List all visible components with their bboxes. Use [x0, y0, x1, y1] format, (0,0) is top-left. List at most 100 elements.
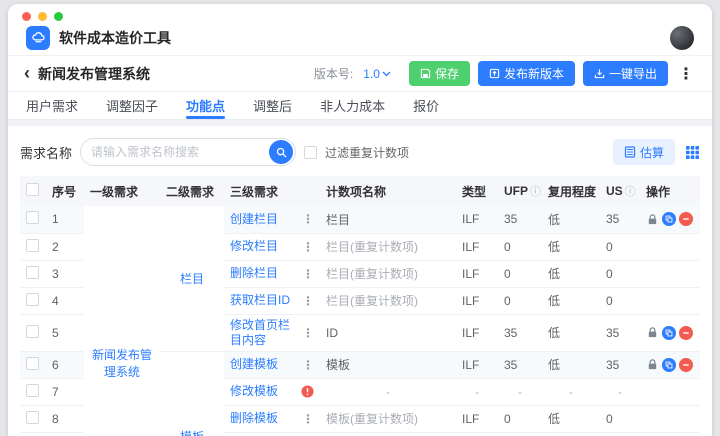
- search-input[interactable]: [91, 145, 270, 159]
- tab-user-requirements[interactable]: 用户需求: [26, 92, 78, 119]
- col-level2: 二级需求: [160, 176, 224, 206]
- col-ufp: UFP: [504, 184, 528, 198]
- tab-non-labor-cost[interactable]: 非人力成本: [320, 92, 385, 119]
- row-checkbox[interactable]: [26, 265, 39, 279]
- level3-requirement-link[interactable]: 修改栏目: [230, 239, 278, 254]
- count-item-name: 栏目(重复计数项): [320, 260, 456, 288]
- col-item-name: 计数项名称: [320, 176, 456, 206]
- row-menu-icon[interactable]: ⋮: [302, 412, 314, 426]
- level3-requirement-link[interactable]: 修改模板: [230, 384, 278, 399]
- us-value: 35: [600, 206, 640, 234]
- zoom-icon[interactable]: [54, 11, 63, 21]
- row-checkbox[interactable]: [26, 211, 39, 225]
- copy-icon[interactable]: [662, 212, 676, 227]
- row-menu-icon[interactable]: ⋮: [302, 267, 314, 281]
- level3-requirement-link[interactable]: 获取栏目ID: [230, 293, 290, 308]
- publish-label: 发布新版本: [503, 67, 564, 81]
- level3-requirement-link[interactable]: 创建栏目: [230, 212, 278, 227]
- estimate-button[interactable]: 估算: [612, 139, 675, 165]
- count-item-name: 栏目(重复计数项): [320, 233, 456, 261]
- copy-icon[interactable]: [662, 325, 676, 340]
- minimize-icon[interactable]: [38, 11, 47, 21]
- row-checkbox[interactable]: [26, 410, 39, 424]
- ufp-value: 35: [498, 351, 542, 379]
- reuse-level: 低: [542, 287, 600, 315]
- level3-requirement-link[interactable]: 删除栏目: [230, 266, 278, 281]
- ufp-value: 35: [498, 206, 542, 234]
- reuse-level: 低: [542, 233, 600, 261]
- row-index: 6: [46, 351, 84, 379]
- info-icon[interactable]: ⓘ: [625, 183, 636, 199]
- close-icon[interactable]: [22, 11, 31, 21]
- version-select[interactable]: 1.0: [363, 67, 391, 81]
- row-checkbox[interactable]: [26, 292, 39, 306]
- filter-duplicates-checkbox[interactable]: [304, 145, 318, 159]
- publish-version-button[interactable]: 发布新版本: [477, 61, 575, 86]
- row-checkbox[interactable]: [26, 238, 39, 252]
- copy-icon[interactable]: [662, 357, 676, 372]
- more-menu-icon[interactable]: ⋮: [676, 64, 696, 84]
- reuse-level: 低: [542, 432, 600, 436]
- level3-requirement-link[interactable]: 删除模板: [230, 411, 278, 426]
- chevron-down-icon: [382, 71, 391, 76]
- us-value: 0: [600, 405, 640, 433]
- tab-adjustment-factors[interactable]: 调整因子: [106, 92, 158, 119]
- delete-icon[interactable]: [679, 325, 693, 340]
- lock-icon[interactable]: [646, 213, 659, 226]
- tab-quotation[interactable]: 报价: [413, 92, 439, 119]
- delete-icon[interactable]: [679, 357, 693, 372]
- row-menu-icon[interactable]: ⋮: [302, 326, 314, 340]
- row-checkbox[interactable]: [26, 356, 39, 370]
- us-value: 0: [600, 287, 640, 315]
- table-row: 1 新闻发布管理系统 栏目 创建栏目 ⋮ 栏目 ILF 35 低 35: [20, 206, 700, 436]
- row-menu-icon[interactable]: ⋮: [302, 212, 314, 226]
- info-icon[interactable]: ⓘ: [530, 183, 541, 199]
- level2-requirement: 栏目: [160, 206, 224, 352]
- search-bar: 需求名称 过滤重复计数项 估算: [20, 134, 700, 170]
- save-label: 保存: [434, 67, 459, 81]
- count-item-name: 栏目: [320, 206, 456, 234]
- col-level3: 三级需求: [224, 176, 320, 206]
- column-settings-icon[interactable]: [685, 145, 700, 160]
- fp-type: ILF: [456, 432, 498, 436]
- user-avatar[interactable]: [670, 25, 694, 50]
- save-button[interactable]: 保存: [408, 61, 470, 86]
- fp-type: ILF: [456, 260, 498, 288]
- row-menu-icon[interactable]: ⋮: [302, 358, 314, 372]
- level3-requirement-link[interactable]: 修改首页栏目内容: [230, 318, 300, 348]
- row-checkbox[interactable]: [26, 324, 39, 338]
- count-item-name: ID: [320, 314, 456, 352]
- level1-requirement: 新闻发布管理系统: [84, 206, 160, 436]
- delete-icon[interactable]: [679, 212, 693, 227]
- us-value: 35: [600, 351, 640, 379]
- us-value: 35: [600, 432, 640, 436]
- search-button[interactable]: [269, 140, 294, 164]
- warning-icon[interactable]: [301, 385, 314, 398]
- save-icon: [420, 68, 431, 79]
- row-menu-icon[interactable]: ⋮: [302, 294, 314, 308]
- function-points-table: 序号 一级需求 二级需求 三级需求 计数项名称 类型 UFP ⓘ 复用程度 US ⓘ…: [20, 176, 700, 436]
- back-icon[interactable]: ‹: [24, 64, 30, 82]
- col-level1: 一级需求: [84, 176, 160, 206]
- function-points-panel: 需求名称 过滤重复计数项 估算: [8, 126, 712, 436]
- row-index: 1: [46, 206, 84, 234]
- select-all-checkbox[interactable]: [26, 183, 39, 196]
- fp-type: ILF: [456, 351, 498, 379]
- export-icon: [594, 69, 605, 79]
- lock-icon[interactable]: [646, 326, 659, 339]
- project-toolbar: ‹ 新闻发布管理系统 版本号: 1.0 保存 发布新版本 一键导出 ⋮: [8, 56, 712, 92]
- row-menu-icon[interactable]: ⋮: [302, 240, 314, 254]
- export-button[interactable]: 一键导出: [582, 61, 668, 86]
- search-field-label: 需求名称: [20, 145, 73, 161]
- table-header-row: 序号 一级需求 二级需求 三级需求 计数项名称 类型 UFP ⓘ 复用程度 US ⓘ…: [20, 176, 700, 206]
- level3-requirement-link[interactable]: 创建模板: [230, 357, 278, 372]
- us-value: 0: [600, 260, 640, 288]
- tab-after-adjustment[interactable]: 调整后: [253, 92, 292, 119]
- row-checkbox[interactable]: [26, 383, 39, 397]
- lock-icon[interactable]: [646, 358, 659, 371]
- ufp-value: -: [498, 378, 542, 406]
- fp-type: ILF: [456, 233, 498, 261]
- window-chrome: [8, 4, 712, 21]
- tab-function-points[interactable]: 功能点: [186, 92, 226, 119]
- publish-icon: [489, 68, 500, 79]
